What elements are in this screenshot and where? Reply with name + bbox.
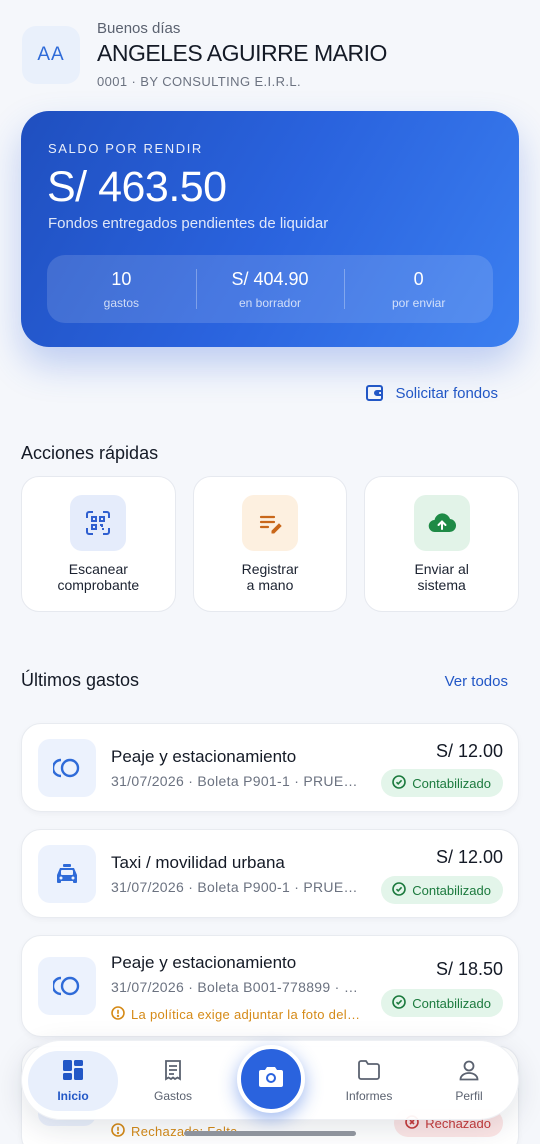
quick-actions: Escanear comprobante Registrar a mano En…	[21, 476, 520, 612]
nav-reports[interactable]: Informes	[324, 1051, 414, 1111]
request-funds-label: Solicitar fondos	[395, 384, 498, 402]
stat-label: por enviar	[391, 295, 446, 310]
warning-text: La política exige adjuntar la foto del c…	[131, 1007, 361, 1022]
status-badge: Contabilizado	[381, 989, 503, 1017]
cloud-upload-icon	[413, 495, 470, 551]
wallet-icon	[365, 383, 385, 403]
balance-stats: 10 gastos S/ 404.90 en borrador 0 por en…	[47, 255, 493, 323]
bottom-nav: Inicio Gastos Informes Perfil	[21, 1040, 519, 1120]
edit-list-icon	[242, 495, 298, 551]
expense-meta: 31/07/2026 · Boleta B001-778899 · PRUEBA	[111, 979, 361, 995]
stat-label: en borrador	[238, 295, 302, 310]
company-name: 0001 · BY CONSULTING E.I.R.L.	[97, 74, 302, 89]
balance-card: SALDO POR RENDIR S/ 463.50 Fondos entreg…	[21, 111, 519, 347]
nav-expenses[interactable]: Gastos	[128, 1051, 218, 1111]
expense-title: Taxi / movilidad urbana	[111, 853, 285, 872]
balance-label: SALDO POR RENDIR	[48, 141, 203, 156]
toll-icon	[38, 739, 96, 797]
stat-draft: S/ 404.90 en borrador	[195, 255, 345, 323]
stat-value: S/ 404.90	[231, 268, 309, 289]
header: AA Buenos días ANGELES AGUIRRE MARIO 000…	[22, 18, 518, 98]
stat-label: gastos	[103, 295, 140, 310]
home-screen: AA Buenos días ANGELES AGUIRRE MARIO 000…	[0, 0, 540, 1144]
receipt-icon	[162, 1059, 184, 1084]
expense-meta: 31/07/2026 · Boleta P901-1 · PRUEBA	[111, 773, 361, 789]
user-icon	[458, 1059, 480, 1084]
quick-action-label: Enviar al sistema	[414, 561, 469, 593]
greeting: Buenos días	[97, 20, 181, 37]
send-to-system-button[interactable]: Enviar al sistema	[364, 476, 520, 612]
status-label: Contabilizado	[412, 882, 491, 898]
expense-title: Peaje y estacionamiento	[111, 953, 297, 972]
balance-amount: S/ 463.50	[47, 163, 227, 211]
nav-label: Inicio	[57, 1089, 89, 1103]
status-label: Contabilizado	[412, 775, 491, 791]
expense-title: Peaje y estacionamiento	[111, 747, 297, 766]
warning-circle-icon	[111, 1006, 125, 1023]
folder-icon	[357, 1059, 381, 1084]
check-circle-icon	[392, 881, 407, 899]
request-funds-link[interactable]: Solicitar fondos	[365, 383, 498, 403]
expense-card[interactable]: Taxi / movilidad urbana 31/07/2026 · Bol…	[21, 829, 519, 918]
expense-card[interactable]: Peaje y estacionamiento 31/07/2026 · Bol…	[21, 723, 519, 812]
qr-scan-icon	[70, 495, 127, 551]
expense-amount: S/ 12.00	[435, 741, 503, 761]
expense-card[interactable]: Peaje y estacionamiento 31/07/2026 · Bol…	[21, 935, 519, 1037]
expense-amount: S/ 18.50	[435, 959, 503, 979]
nav-profile[interactable]: Perfil	[424, 1051, 514, 1111]
home-indicator	[184, 1131, 356, 1136]
stat-value: 10	[111, 268, 132, 289]
warning-circle-icon	[111, 1123, 125, 1140]
expense-meta: 31/07/2026 · Boleta P900-1 · PRUEBA	[111, 879, 361, 895]
policy-warning: La política exige adjuntar la foto del c…	[111, 1006, 361, 1023]
balance-description: Fondos entregados pendientes de liquidar	[48, 215, 329, 232]
nav-label: Perfil	[455, 1089, 483, 1103]
nav-label: Gastos	[153, 1089, 192, 1103]
user-name: ANGELES AGUIRRE MARIO	[97, 40, 387, 66]
status-badge: Contabilizado	[381, 769, 503, 797]
stat-to-send: 0 por enviar	[344, 255, 493, 323]
camera-icon	[257, 1065, 285, 1094]
stat-value: 0	[413, 268, 424, 289]
status-label: Contabilizado	[412, 995, 491, 1011]
quick-action-label: Registrar a mano	[241, 561, 299, 593]
check-circle-icon	[392, 774, 407, 792]
toll-icon	[38, 957, 96, 1015]
manual-entry-button[interactable]: Registrar a mano	[192, 476, 348, 612]
nav-label: Informes	[345, 1089, 393, 1103]
home-grid-icon	[62, 1059, 84, 1084]
recent-expenses-title: Últimos gastos	[21, 670, 140, 690]
quick-action-label: Escanear comprobante	[57, 561, 140, 593]
taxi-icon	[38, 845, 96, 903]
status-badge: Contabilizado	[381, 876, 503, 904]
see-all-link[interactable]: Ver todos	[445, 673, 508, 690]
check-circle-icon	[392, 994, 407, 1012]
camera-button[interactable]	[237, 1045, 305, 1113]
stat-expenses: 10 gastos	[47, 255, 196, 323]
quick-actions-title: Acciones rápidas	[21, 443, 159, 463]
nav-home[interactable]: Inicio	[28, 1051, 118, 1111]
avatar[interactable]: AA	[22, 26, 80, 84]
expense-amount: S/ 12.00	[435, 847, 503, 867]
scan-receipt-button[interactable]: Escanear comprobante	[21, 476, 176, 612]
